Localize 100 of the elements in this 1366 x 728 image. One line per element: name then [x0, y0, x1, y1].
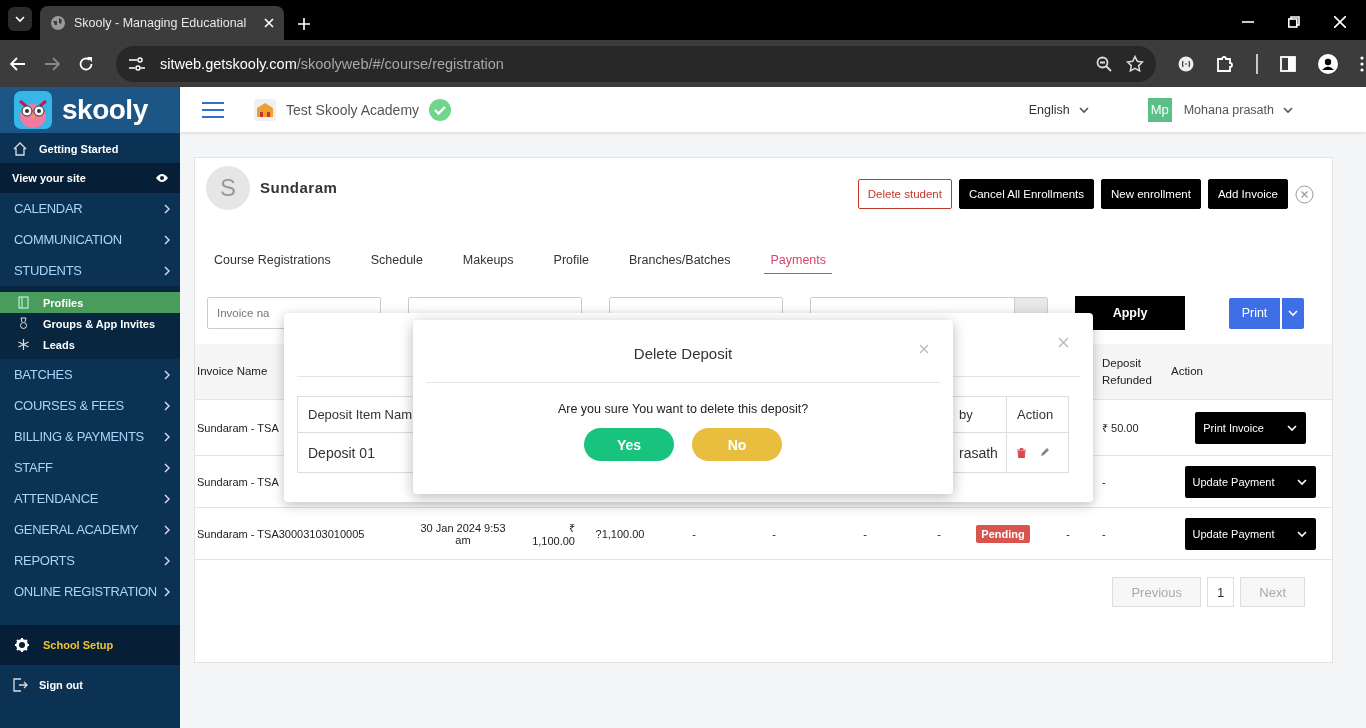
- sidebar-item[interactable]: BATCHES: [0, 359, 180, 390]
- print-dropdown-button[interactable]: [1282, 297, 1304, 329]
- caret-icon: [1296, 476, 1309, 487]
- chevron-right-icon: [164, 265, 170, 276]
- user-avatar: Mp: [1147, 97, 1172, 122]
- action-button[interactable]: New enrollment: [1101, 179, 1201, 209]
- tab-list-button[interactable]: [8, 7, 32, 31]
- sidebar-item[interactable]: ATTENDANCE: [0, 483, 180, 514]
- column-header: Action: [1170, 364, 1204, 380]
- sidebar-item[interactable]: GENERAL ACADEMY: [0, 514, 180, 545]
- sidebar-item[interactable]: ONLINE REGISTRATION: [0, 576, 180, 607]
- close-circle-icon[interactable]: [1295, 184, 1314, 204]
- table-cell-text: Sundaram - TSA: [196, 475, 280, 488]
- table-cell-text: -: [936, 527, 942, 540]
- page-number[interactable]: 1: [1207, 577, 1235, 607]
- tab[interactable]: Makeups: [456, 252, 520, 274]
- chevron-right-icon: [164, 369, 170, 380]
- reload-icon[interactable]: [78, 55, 94, 72]
- snowflake-icon: [16, 337, 31, 352]
- language-selector[interactable]: English: [1028, 102, 1090, 117]
- tab[interactable]: Payments: [764, 252, 833, 274]
- caret-icon: [1287, 308, 1299, 318]
- chevron-right-icon: [164, 493, 170, 504]
- profile-icon[interactable]: [1318, 53, 1338, 74]
- logo-text: skooly: [62, 94, 148, 126]
- tab[interactable]: Branches/Batches: [623, 252, 737, 274]
- eye-icon: [156, 174, 168, 182]
- sidebar-item[interactable]: REPORTS: [0, 545, 180, 576]
- owl-logo-icon: [14, 91, 52, 129]
- sidebar-item[interactable]: School Setup: [0, 625, 180, 665]
- table-cell-text: Sundaram - TSA: [196, 421, 280, 434]
- action-dropdown-button[interactable]: Update Payment: [1184, 465, 1317, 498]
- book-icon: [16, 295, 31, 310]
- column-header: Deposit Refunded: [1101, 356, 1153, 388]
- action-dropdown-button[interactable]: Update Payment: [1184, 517, 1317, 550]
- globe-icon: [50, 15, 66, 31]
- table-cell-text: -: [771, 527, 777, 540]
- chevron-right-icon: [164, 203, 170, 214]
- site-settings-icon[interactable]: [128, 56, 146, 71]
- sidebar-subitem[interactable]: Leads: [0, 334, 180, 355]
- chevron-right-icon: [164, 400, 170, 411]
- student-name: Sundaram: [260, 179, 338, 196]
- sidebar-item[interactable]: View your site: [0, 163, 180, 193]
- table-cell-text: -: [1101, 475, 1107, 488]
- home-icon: [12, 141, 28, 157]
- action-button[interactable]: Delete student: [857, 179, 952, 209]
- chevron-right-icon: [164, 524, 170, 535]
- chevron-right-icon: [164, 431, 170, 442]
- chevron-down-icon: [14, 14, 26, 24]
- pencil-icon[interactable]: [1040, 448, 1049, 457]
- trash-icon[interactable]: [1017, 447, 1026, 458]
- zoom-out-icon[interactable]: [1096, 55, 1112, 72]
- sidebar-item[interactable]: COMMUNICATION: [0, 224, 180, 255]
- sidebar-item[interactable]: Sign out: [0, 671, 180, 699]
- column-header: Invoice Name: [196, 364, 269, 380]
- restore-icon[interactable]: [1288, 16, 1300, 28]
- forward-arrow-icon[interactable]: [44, 56, 60, 71]
- sidebar-item[interactable]: Getting Started: [0, 135, 180, 163]
- extension-icon[interactable]: [1178, 55, 1194, 72]
- chevron-right-icon: [164, 462, 170, 473]
- sidebar-subitem[interactable]: Groups & App Invites: [0, 313, 180, 334]
- chevron-right-icon: [164, 234, 170, 245]
- table-cell-text: -: [1065, 527, 1071, 540]
- puzzle-icon[interactable]: [1216, 54, 1234, 73]
- academy-name: Test Skooly Academy: [286, 101, 420, 118]
- star-icon[interactable]: [1126, 54, 1144, 73]
- table-cell-text: ₹ 50.00: [1101, 421, 1140, 435]
- tab[interactable]: Course Registrations: [208, 252, 337, 274]
- dialog-message: Are you sure You want to delete this deposit?: [557, 402, 809, 416]
- sidebar-item[interactable]: COURSES & FEES: [0, 390, 180, 421]
- action-button[interactable]: Cancel All Enrollments: [958, 179, 1094, 209]
- side-panel-icon[interactable]: [1280, 55, 1296, 72]
- back-arrow-icon[interactable]: [10, 56, 26, 71]
- status-badge: Pending: [976, 524, 1030, 543]
- sidebar-item[interactable]: STAFF: [0, 452, 180, 483]
- tab-title: Skooly - Managing Educational: [74, 16, 248, 30]
- action-dropdown-button[interactable]: Print Invoice: [1195, 411, 1306, 444]
- caret-icon: [1285, 422, 1298, 433]
- table-cell-text: 30 Jan 2024 9:53 am: [419, 521, 507, 546]
- apply-button[interactable]: Apply: [1075, 296, 1185, 330]
- plus-icon[interactable]: [298, 18, 310, 30]
- menu-icon[interactable]: [202, 100, 224, 119]
- tab[interactable]: Schedule: [364, 252, 429, 274]
- tab[interactable]: Profile: [547, 252, 595, 274]
- chevron-right-icon: [164, 555, 170, 566]
- browser-tab[interactable]: Skooly - Managing Educational: [40, 6, 284, 40]
- sidebar-item[interactable]: STUDENTS: [0, 255, 180, 286]
- sign-out-icon: [12, 677, 28, 693]
- table-cell-text: -: [691, 527, 697, 540]
- sidebar-item[interactable]: BILLING & PAYMENTS: [0, 421, 180, 452]
- sidebar-item[interactable]: CALENDAR: [0, 193, 180, 224]
- table-cell-text: ?1,100.00: [594, 527, 646, 540]
- table-cell-text: ₹ 1,100.00: [531, 521, 576, 547]
- print-button[interactable]: Print: [1229, 297, 1280, 329]
- table-cell-text: Sundaram - TSA30003103010005: [196, 527, 366, 540]
- column-header: Action: [1007, 397, 1068, 433]
- dialog-title: Delete Deposit: [633, 345, 733, 362]
- kebab-menu-icon[interactable]: [1360, 55, 1364, 72]
- action-button[interactable]: Add Invoice: [1207, 179, 1288, 209]
- user-menu[interactable]: Mohana prasath: [1183, 102, 1294, 117]
